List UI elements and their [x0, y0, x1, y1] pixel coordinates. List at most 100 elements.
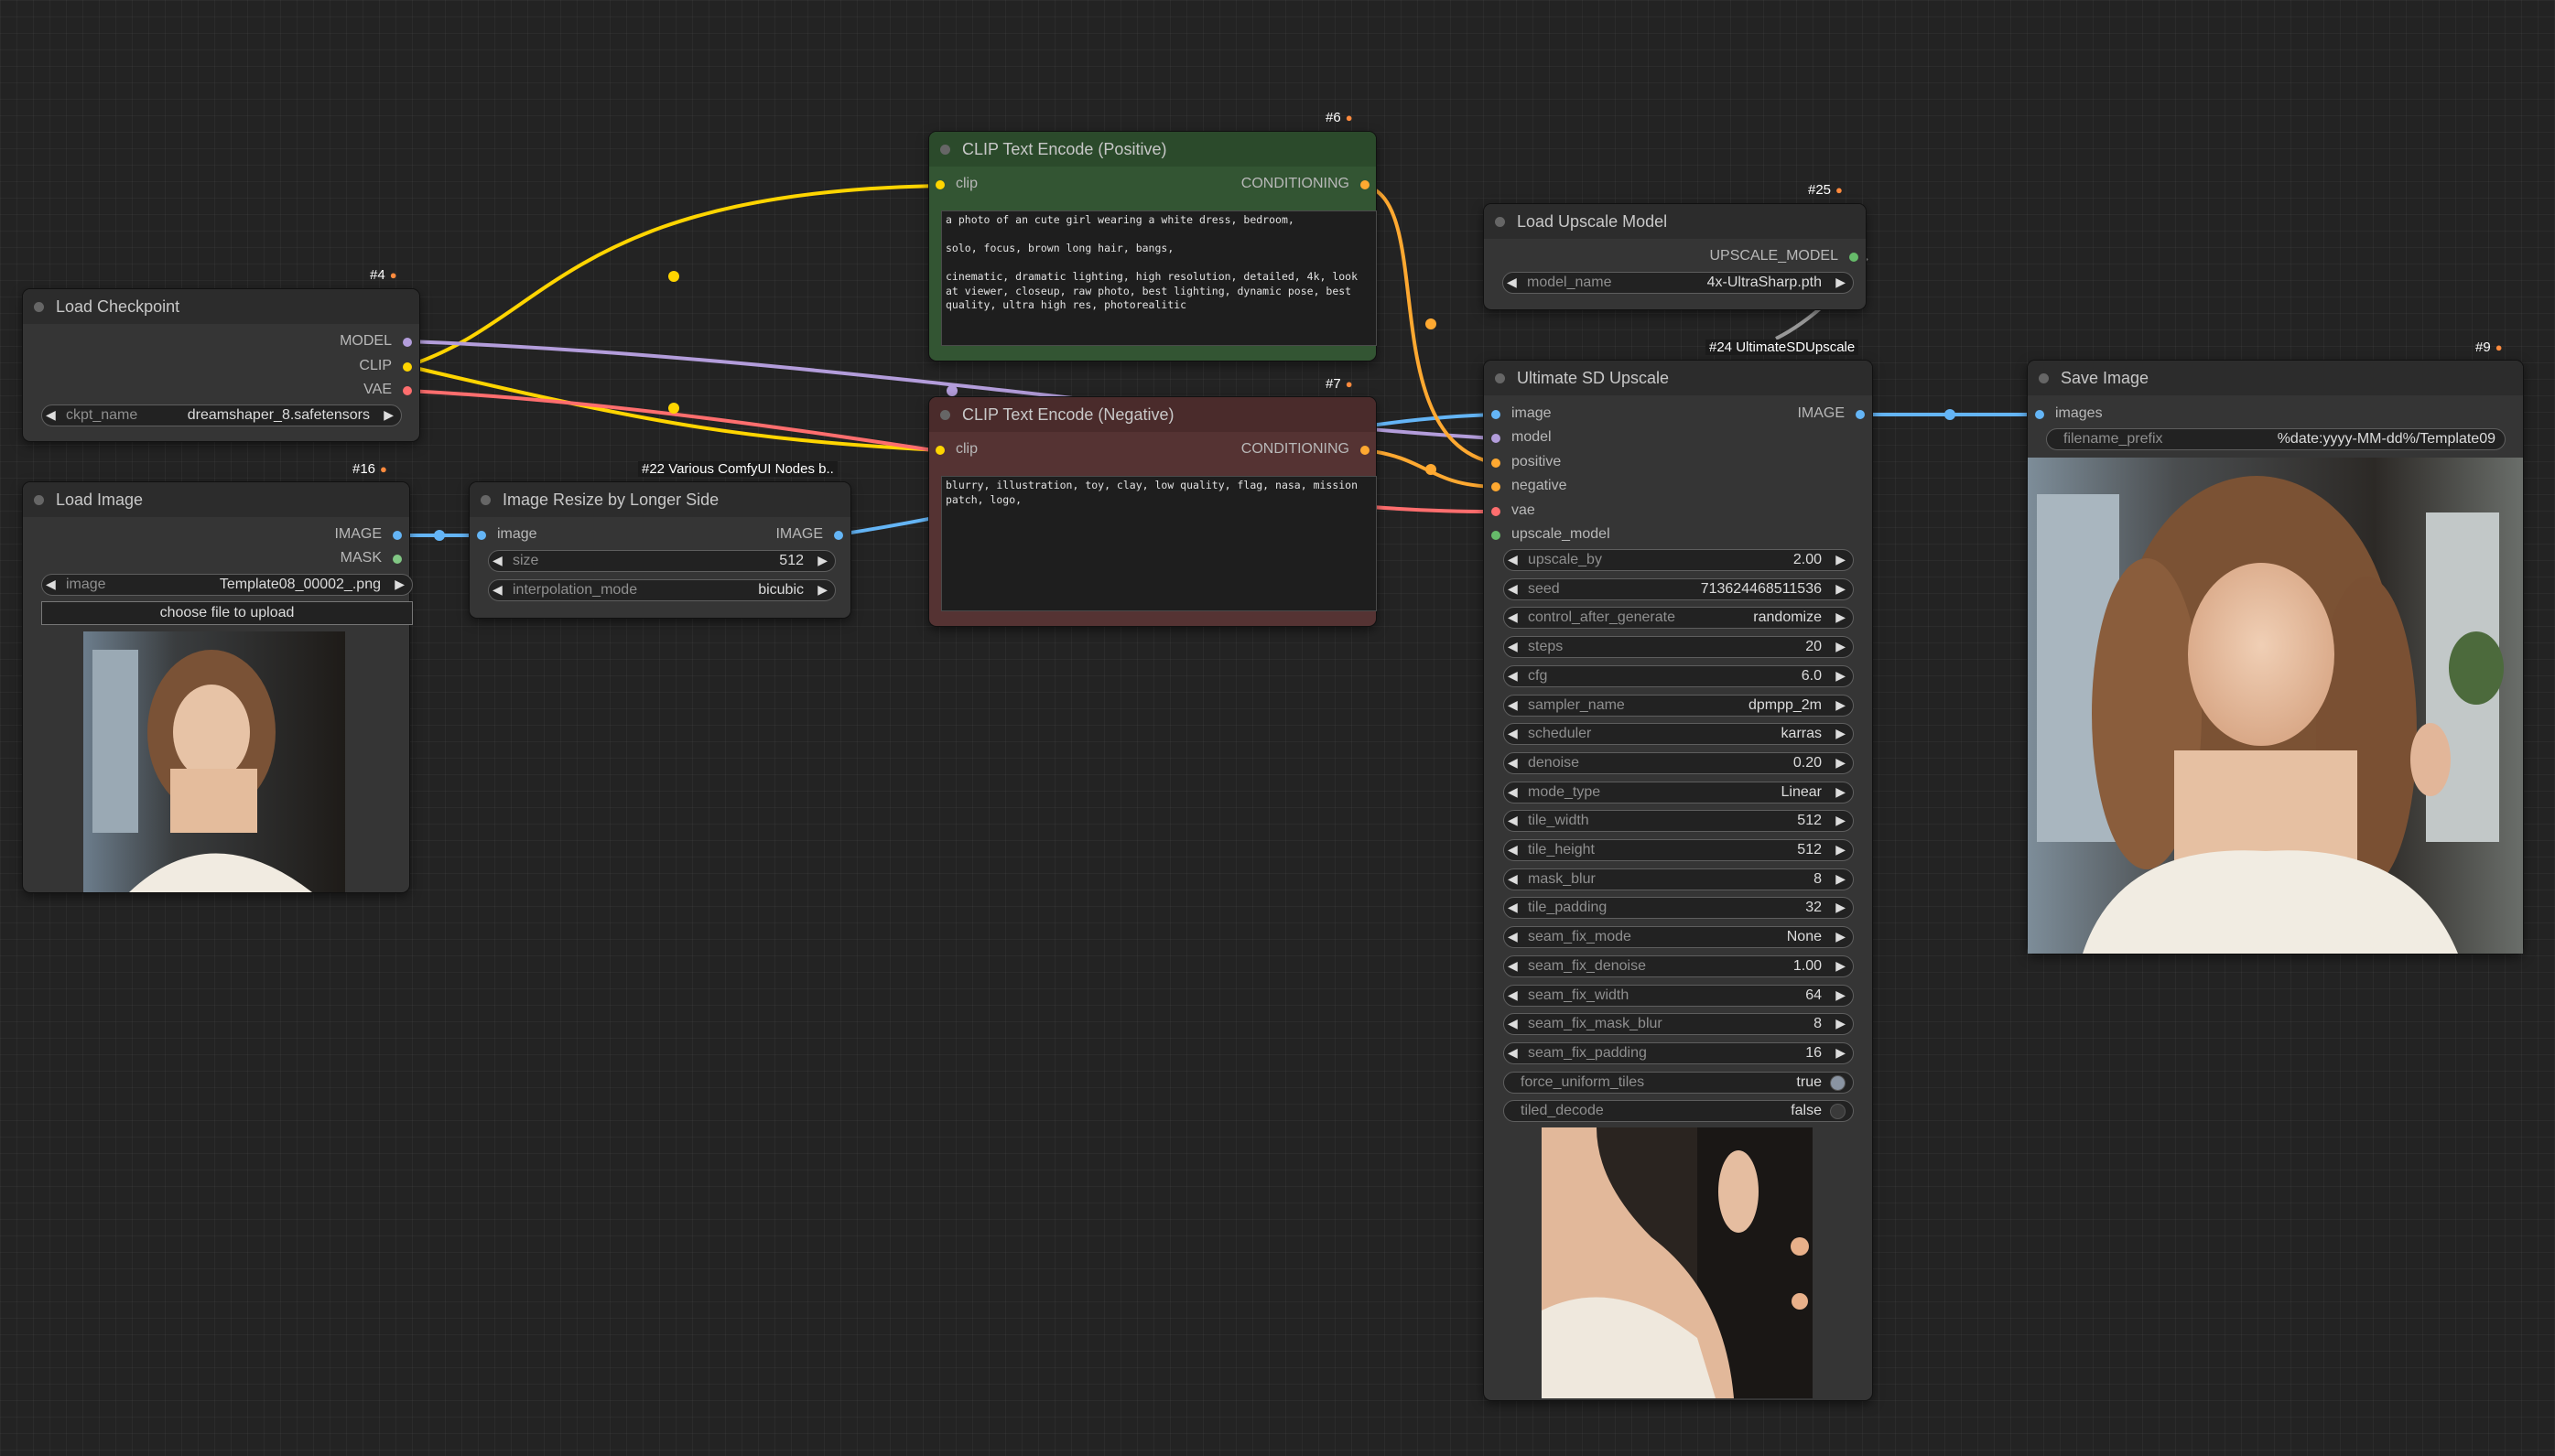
wire-reroute-dot[interactable]	[668, 271, 679, 282]
widget-seam-fix-padding[interactable]: ◀ seam_fix_padding 16 ▶	[1503, 1041, 1854, 1064]
arrow-left-icon[interactable]: ◀	[1508, 697, 1518, 713]
arrow-left-icon[interactable]: ◀	[1508, 552, 1518, 567]
arrow-right-icon[interactable]: ▶	[817, 553, 828, 568]
output-image[interactable]: IMAGE	[775, 526, 843, 543]
ckpt-name-combo[interactable]: ◀ ckpt_name dreamshaper_8.safetensors ▶	[41, 404, 402, 426]
widget-steps[interactable]: ◀ steps 20 ▶	[1503, 636, 1854, 659]
arrow-right-icon[interactable]: ▶	[1835, 552, 1846, 567]
toggle-force-uniform-tiles[interactable]: force_uniform_tiles true	[1503, 1071, 1854, 1094]
widget-mode-type[interactable]: ◀ mode_type Linear ▶	[1503, 781, 1854, 803]
arrow-right-icon[interactable]: ▶	[1835, 668, 1846, 684]
widget-control-after-generate[interactable]: ◀ control_after_generate randomize ▶	[1503, 607, 1854, 630]
output-model[interactable]: MODEL	[340, 333, 412, 350]
port-dot-icon[interactable]	[1491, 410, 1500, 419]
arrow-right-icon[interactable]: ▶	[1835, 900, 1846, 915]
node-header[interactable]: Ultimate SD Upscale	[1484, 361, 1872, 395]
wire-reroute-dot[interactable]	[1425, 464, 1436, 475]
input-upscale-model[interactable]: upscale_model	[1491, 526, 1610, 543]
arrow-right-icon[interactable]: ▶	[1835, 784, 1846, 800]
port-dot-icon[interactable]	[1491, 531, 1500, 540]
widget-tile-width[interactable]: ◀ tile_width 512 ▶	[1503, 810, 1854, 833]
arrow-right-icon[interactable]: ▶	[1835, 987, 1846, 1003]
input-clip[interactable]: clip	[936, 176, 978, 192]
port-dot-icon[interactable]	[936, 446, 945, 455]
widget-seam-fix-denoise[interactable]: ◀ seam_fix_denoise 1.00 ▶	[1503, 954, 1854, 977]
node-header[interactable]: CLIP Text Encode (Positive)	[929, 132, 1376, 167]
arrow-right-icon[interactable]: ▶	[1835, 813, 1846, 828]
widget-tile-padding[interactable]: ◀ tile_padding 32 ▶	[1503, 897, 1854, 920]
wire-reroute-dot[interactable]	[947, 385, 958, 396]
widget-tile-height[interactable]: ◀ tile_height 512 ▶	[1503, 839, 1854, 861]
input-image[interactable]: image	[477, 526, 537, 543]
input-positive[interactable]: positive	[1491, 454, 1561, 470]
port-dot-icon[interactable]	[477, 531, 486, 540]
port-dot-icon[interactable]	[1491, 434, 1500, 443]
load-upscale-model-node[interactable]: Load Upscale Model UPSCALE_MODEL ◀ model_…	[1484, 204, 1866, 309]
arrow-right-icon[interactable]: ▶	[1835, 958, 1846, 974]
arrow-left-icon[interactable]: ◀	[46, 407, 56, 423]
arrow-left-icon[interactable]: ◀	[1508, 842, 1518, 857]
arrow-left-icon[interactable]: ◀	[1508, 871, 1518, 887]
wire-reroute-dot[interactable]	[668, 403, 679, 414]
collapse-dot-icon[interactable]	[1495, 373, 1505, 383]
output-vae[interactable]: VAE	[363, 382, 412, 398]
arrow-left-icon[interactable]: ◀	[1508, 581, 1518, 597]
widget-seam-fix-width[interactable]: ◀ seam_fix_width 64 ▶	[1503, 984, 1854, 1007]
clip-negative-node[interactable]: CLIP Text Encode (Negative) clip CONDITI…	[929, 397, 1377, 626]
arrow-right-icon[interactable]: ▶	[1835, 842, 1846, 857]
toggle-knob-icon[interactable]	[1830, 1074, 1846, 1091]
output-conditioning[interactable]: CONDITIONING	[1241, 176, 1370, 192]
output-conditioning[interactable]: CONDITIONING	[1241, 441, 1370, 458]
port-dot-icon[interactable]	[2035, 410, 2044, 419]
port-dot-icon[interactable]	[393, 555, 402, 564]
node-header[interactable]: Load Checkpoint	[23, 289, 419, 324]
port-dot-icon[interactable]	[1491, 482, 1500, 491]
collapse-dot-icon[interactable]	[1495, 217, 1505, 227]
widget-seam-fix-mask-blur[interactable]: ◀ seam_fix_mask_blur 8 ▶	[1503, 1013, 1854, 1036]
arrow-right-icon[interactable]: ▶	[1835, 609, 1846, 625]
input-clip[interactable]: clip	[936, 441, 978, 458]
interpolation-combo[interactable]: ◀ interpolation_mode bicubic ▶	[488, 579, 836, 601]
port-dot-icon[interactable]	[403, 338, 412, 347]
widget-cfg[interactable]: ◀ cfg 6.0 ▶	[1503, 664, 1854, 687]
arrow-right-icon[interactable]: ▶	[1835, 929, 1846, 944]
arrow-right-icon[interactable]: ▶	[1835, 871, 1846, 887]
collapse-dot-icon[interactable]	[34, 302, 44, 312]
clip-positive-node[interactable]: CLIP Text Encode (Positive) clip CONDITI…	[929, 132, 1377, 361]
toggle-tiled-decode[interactable]: tiled_decode false	[1503, 1100, 1854, 1123]
ultimate-sd-upscale-node[interactable]: Ultimate SD Upscale image model positive…	[1484, 361, 1872, 1400]
arrow-left-icon[interactable]: ◀	[1508, 668, 1518, 684]
widget-denoise[interactable]: ◀ denoise 0.20 ▶	[1503, 751, 1854, 774]
input-vae[interactable]: vae	[1491, 502, 1535, 519]
prompt-textarea[interactable]: blurry, illustration, toy, clay, low qua…	[941, 476, 1377, 611]
arrow-right-icon[interactable]: ▶	[1835, 1016, 1846, 1031]
port-dot-icon[interactable]	[834, 531, 843, 540]
save-image-node[interactable]: Save Image images filename_prefix %date:y…	[2028, 361, 2523, 954]
wire-reroute-dot[interactable]	[1425, 318, 1436, 329]
port-dot-icon[interactable]	[936, 180, 945, 189]
collapse-dot-icon[interactable]	[481, 495, 491, 505]
widget-seam-fix-mode[interactable]: ◀ seam_fix_mode None ▶	[1503, 926, 1854, 949]
node-header[interactable]: Load Upscale Model	[1484, 204, 1866, 239]
toggle-knob-icon[interactable]	[1830, 1104, 1846, 1120]
prompt-textarea[interactable]: a photo of an cute girl wearing a white …	[941, 210, 1377, 346]
arrow-left-icon[interactable]: ◀	[1507, 275, 1517, 290]
arrow-left-icon[interactable]: ◀	[1508, 784, 1518, 800]
node-header[interactable]: CLIP Text Encode (Negative)	[929, 397, 1376, 432]
arrow-right-icon[interactable]: ▶	[1835, 581, 1846, 597]
arrow-left-icon[interactable]: ◀	[1508, 639, 1518, 654]
port-dot-icon[interactable]	[1856, 410, 1865, 419]
arrow-right-icon[interactable]: ▶	[1835, 275, 1846, 290]
arrow-left-icon[interactable]: ◀	[1508, 1045, 1518, 1061]
port-dot-icon[interactable]	[1360, 180, 1370, 189]
filename-prefix-input[interactable]: filename_prefix %date:yyyy-MM-dd%/Templat…	[2046, 428, 2506, 450]
widget-sampler-name[interactable]: ◀ sampler_name dpmpp_2m ▶	[1503, 694, 1854, 717]
arrow-left-icon[interactable]: ◀	[1508, 813, 1518, 828]
arrow-left-icon[interactable]: ◀	[1508, 755, 1518, 771]
port-dot-icon[interactable]	[1360, 446, 1370, 455]
arrow-left-icon[interactable]: ◀	[1508, 726, 1518, 741]
upload-button[interactable]: choose file to upload	[41, 601, 413, 625]
node-header[interactable]: Image Resize by Longer Side	[470, 482, 850, 517]
arrow-left-icon[interactable]: ◀	[1508, 900, 1518, 915]
collapse-dot-icon[interactable]	[2039, 373, 2049, 383]
